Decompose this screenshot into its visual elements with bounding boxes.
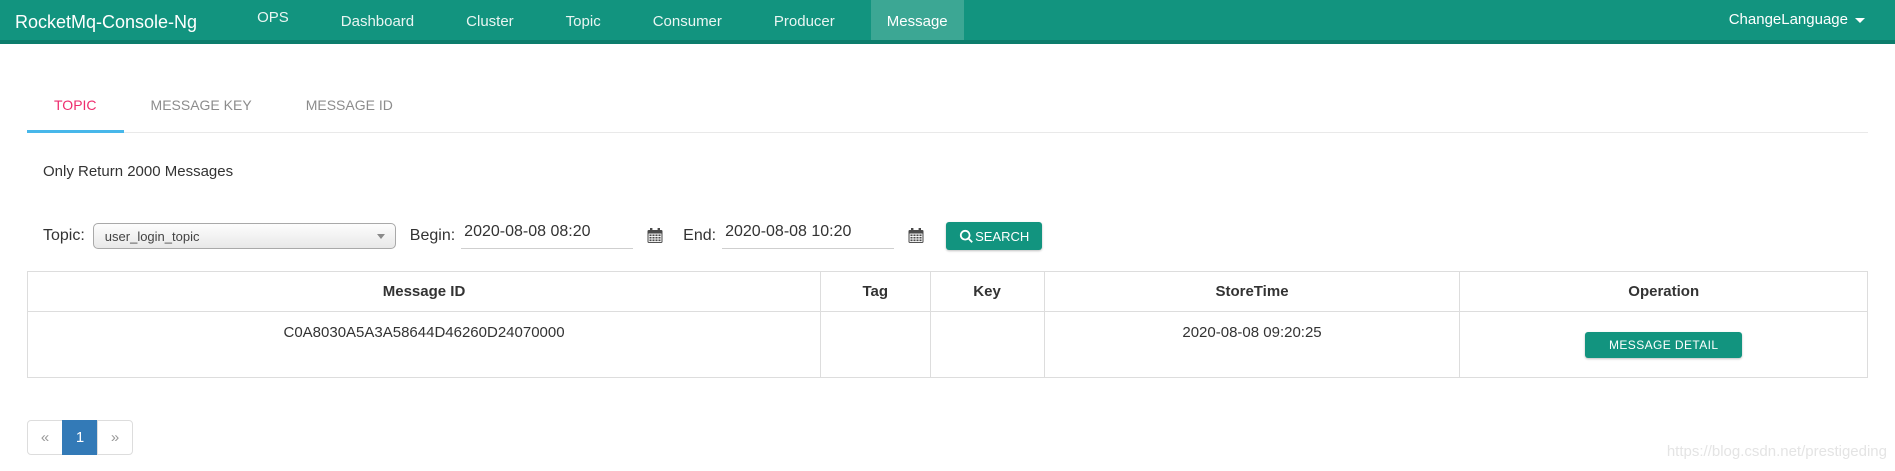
pagination-page-1[interactable]: 1 (62, 420, 98, 455)
tab-message-key[interactable]: MESSAGE KEY (124, 76, 279, 133)
change-language-label: ChangeLanguage (1729, 0, 1848, 42)
message-table: Message ID Tag Key StoreTime Operation C… (27, 271, 1868, 378)
nav-menu: OPS Dashboard Cluster Topic Consumer Pro… (231, 0, 974, 40)
pagination-prev-button[interactable]: « (27, 420, 63, 455)
column-header-tag: Tag (821, 272, 930, 312)
search-button-label: SEARCH (975, 229, 1029, 244)
nav-item-consumer[interactable]: Consumer (637, 0, 738, 40)
caret-down-icon (1855, 18, 1865, 23)
navbar: RocketMq-Console-Ng OPS Dashboard Cluste… (0, 0, 1895, 44)
nav-item-dashboard[interactable]: Dashboard (325, 0, 430, 40)
brand-title[interactable]: RocketMq-Console-Ng (15, 0, 197, 40)
column-header-key: Key (930, 272, 1044, 312)
column-header-operation: Operation (1460, 272, 1868, 312)
begin-datetime-input[interactable] (461, 223, 633, 249)
calendar-icon[interactable] (647, 228, 663, 244)
topic-select[interactable]: user_login_topic (93, 223, 396, 249)
filter-form: Topic: user_login_topic Begin: End: (43, 221, 1868, 251)
cell-tag (821, 312, 930, 378)
nav-item-ops[interactable]: OPS (241, 0, 305, 36)
topic-label: Topic: (43, 227, 85, 245)
topic-select-value: user_login_topic (105, 229, 200, 244)
nav-item-message[interactable]: Message (871, 0, 964, 40)
pagination-next-button[interactable]: » (97, 420, 133, 455)
end-label: End: (683, 227, 716, 245)
tab-topic[interactable]: TOPIC (27, 76, 124, 133)
main-content: TOPIC MESSAGE KEY MESSAGE ID Only Return… (27, 76, 1868, 455)
end-datetime-input[interactable] (722, 223, 894, 249)
nav-item-topic[interactable]: Topic (550, 0, 617, 40)
csdn-watermark: https://blog.csdn.net/prestigeding (1667, 443, 1887, 460)
search-mode-tabs: TOPIC MESSAGE KEY MESSAGE ID (27, 76, 1868, 133)
table-row: C0A8030A5A3A58644D46260D24070000 2020-08… (28, 312, 1868, 378)
nav-item-producer[interactable]: Producer (758, 0, 851, 40)
cell-store-time: 2020-08-08 09:20:25 (1044, 312, 1460, 378)
column-header-message-id: Message ID (28, 272, 821, 312)
limit-notice: Only Return 2000 Messages (43, 163, 1868, 180)
search-icon (959, 229, 974, 244)
change-language-dropdown[interactable]: ChangeLanguage (1729, 0, 1865, 40)
cell-message-id: C0A8030A5A3A58644D46260D24070000 (28, 312, 821, 378)
cell-operation: MESSAGE DETAIL (1460, 312, 1868, 378)
cell-key (930, 312, 1044, 378)
caret-down-icon (377, 234, 385, 239)
calendar-icon[interactable] (908, 228, 924, 244)
search-button[interactable]: SEARCH (946, 222, 1042, 250)
nav-item-cluster[interactable]: Cluster (450, 0, 530, 40)
message-detail-button[interactable]: MESSAGE DETAIL (1585, 332, 1742, 358)
begin-label: Begin: (410, 227, 455, 245)
pagination: « 1 » (27, 420, 133, 455)
table-header-row: Message ID Tag Key StoreTime Operation (28, 272, 1868, 312)
tab-message-id[interactable]: MESSAGE ID (279, 76, 420, 133)
column-header-storetime: StoreTime (1044, 272, 1460, 312)
